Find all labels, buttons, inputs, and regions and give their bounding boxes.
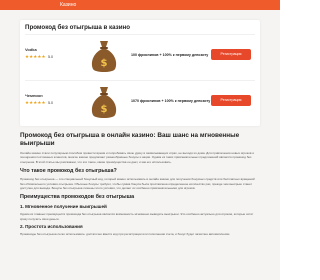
rating-stars: ★★★★★ bbox=[25, 54, 46, 59]
article-intro: Онлайн казино стали популярным способом … bbox=[20, 151, 255, 164]
top-bar-label[interactable]: Казино bbox=[60, 0, 76, 10]
bonus-offer: 1070 фриспинов + 100% к первому депозиту bbox=[131, 99, 211, 103]
rating-score: 5.0 bbox=[48, 101, 53, 105]
text-instant-wins: Одним из главных преимуществ промокода б… bbox=[20, 212, 254, 221]
bonus-offer: 100 фриспинов + 100% к первому депозиту bbox=[131, 53, 209, 57]
card-title: Промокод без отыгрыша в казино bbox=[25, 24, 131, 31]
top-bar: Казино bbox=[0, 0, 280, 10]
register-button[interactable]: Регистрация bbox=[211, 49, 251, 60]
page-body: Промокод без отыгрыша в казино Vodka ★★★… bbox=[0, 10, 280, 280]
register-button[interactable]: Регистрация bbox=[211, 95, 251, 106]
section-heading-what: Что такое промокод без отыгрыша? bbox=[20, 168, 117, 175]
casino-row: Чемпион ★★★★★ 5.0 $ 1070 фриспинов + 100… bbox=[25, 80, 255, 125]
text-ease-of-use: Промокоды без отыгрыша легко использоват… bbox=[20, 232, 231, 237]
rating-score: 5.0 bbox=[48, 55, 53, 59]
section-heading-advantages: Преимущества промокодов без отыгрыша bbox=[20, 194, 135, 201]
casino-name[interactable]: Vodka bbox=[25, 47, 37, 52]
article-title: Промокод без отыгрыша в онлайн казино: В… bbox=[20, 132, 240, 147]
article: Промокод без отыгрыша в онлайн казино: В… bbox=[20, 132, 260, 239]
money-bag-icon: $ bbox=[91, 87, 117, 118]
rating-stars: ★★★★★ bbox=[25, 100, 46, 105]
svg-text:$: $ bbox=[101, 58, 108, 69]
casino-name[interactable]: Чемпион bbox=[25, 93, 43, 98]
casino-row: Vodka ★★★★★ 5.0 $ 100 фриспинов + 100% к… bbox=[25, 34, 255, 79]
svg-text:$: $ bbox=[101, 104, 108, 115]
subheading-ease-of-use: 2. Простота использования bbox=[20, 224, 83, 230]
casino-offers-card: Промокод без отыгрыша в казино Vodka ★★★… bbox=[20, 20, 260, 126]
section-text-what: Промокод без отыгрыша — это специальный … bbox=[20, 177, 255, 191]
subheading-instant-wins: 1. Мгновенное получение выигрышей bbox=[20, 204, 107, 210]
money-bag-icon: $ bbox=[91, 41, 117, 72]
